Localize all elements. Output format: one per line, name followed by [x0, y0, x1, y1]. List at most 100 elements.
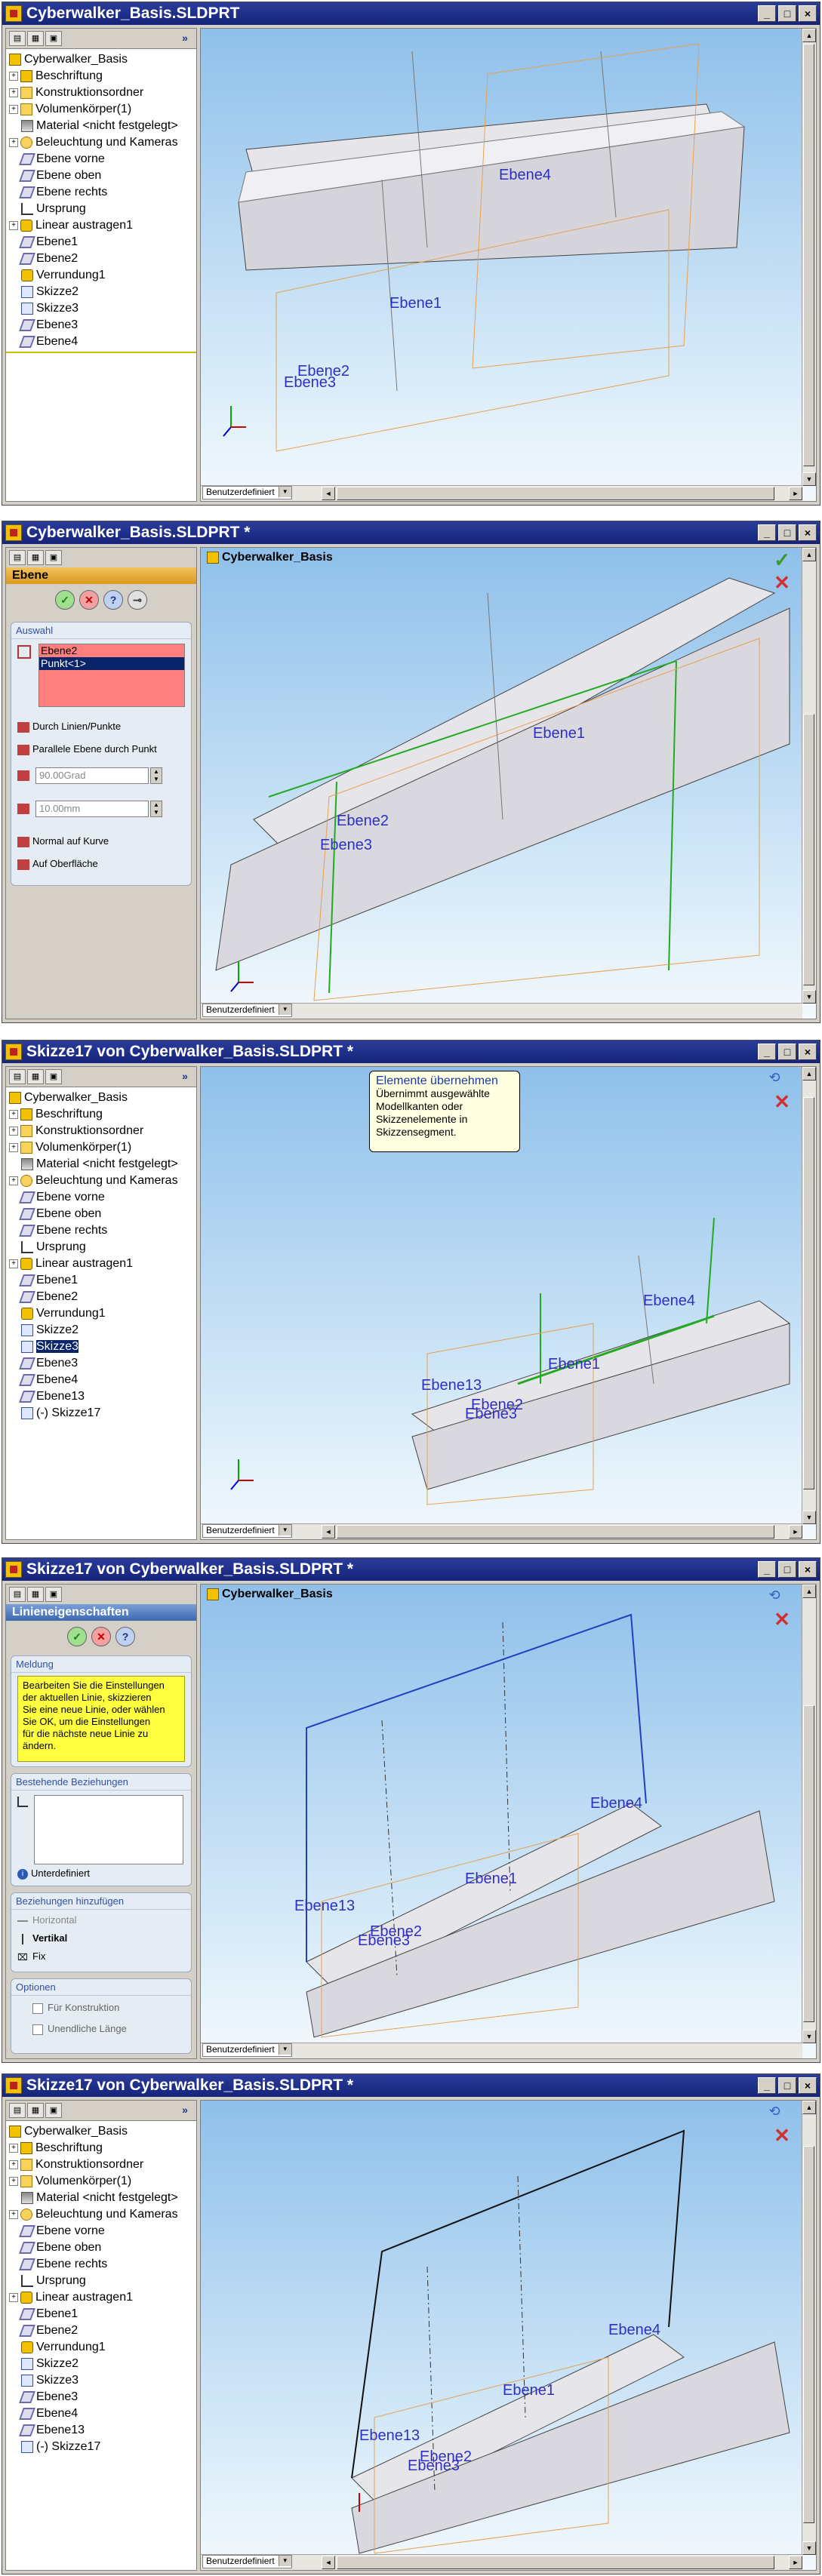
tree-item[interactable]: Ebene3: [19, 1355, 78, 1372]
relation-fix[interactable]: ⌧ Fix: [17, 1950, 45, 1963]
close-button[interactable]: ×: [799, 524, 817, 541]
tree-item[interactable]: Ebene2: [19, 251, 78, 267]
tree-item[interactable]: Verrundung1: [21, 1305, 106, 1322]
scroll-thumb[interactable]: [337, 2556, 774, 2569]
tree-item[interactable]: Skizze2: [21, 284, 79, 300]
config-tab-icon[interactable]: ▣: [45, 1069, 62, 1084]
tree-item[interactable]: + Konstruktionsordner: [9, 85, 143, 101]
dropdown-arrow-icon[interactable]: ▼: [278, 1004, 291, 1015]
vertical-scrollbar[interactable]: ▲ ▼: [802, 29, 816, 486]
ok-icon[interactable]: ✓: [55, 590, 75, 610]
vertical-scrollbar[interactable]: ▲ ▼: [802, 2101, 816, 2555]
maximize-button[interactable]: □: [778, 524, 796, 541]
tree-item[interactable]: Verrundung1: [21, 267, 106, 284]
scroll-left-icon[interactable]: ◄: [322, 1525, 335, 1539]
cancel-icon[interactable]: ✕: [91, 1627, 111, 1646]
expand-icon[interactable]: +: [9, 2292, 18, 2302]
tree-item[interactable]: Ebene3: [19, 2389, 78, 2405]
angle-icon[interactable]: [17, 770, 29, 781]
feature-tree-tab-icon[interactable]: ▤: [9, 1069, 26, 1084]
feature-tree-tab-icon[interactable]: ▤: [9, 1587, 26, 1602]
config-tab-icon[interactable]: ▣: [45, 550, 62, 565]
tree-item[interactable]: Ebene rechts: [19, 2256, 107, 2273]
relations-list[interactable]: [34, 1795, 183, 1864]
scroll-thumb[interactable]: [803, 2146, 814, 2523]
scroll-left-icon[interactable]: ◄: [322, 487, 335, 500]
tree-item[interactable]: Ebene vorne: [19, 2223, 105, 2239]
tree-item[interactable]: Ursprung: [21, 2273, 86, 2289]
tree-item[interactable]: + Beschriftung: [9, 68, 103, 85]
scroll-down-icon[interactable]: ▼: [802, 990, 816, 1004]
minimize-button[interactable]: _: [758, 1044, 776, 1060]
tree-item[interactable]: + Beschriftung: [9, 1106, 103, 1123]
scroll-down-icon[interactable]: ▼: [802, 472, 816, 486]
feature-tree-tab-icon[interactable]: ▤: [9, 31, 26, 46]
for-construction-checkbox[interactable]: Für Konstruktion: [32, 2002, 119, 2014]
scroll-up-icon[interactable]: ▲: [802, 2101, 816, 2114]
tree-item[interactable]: Ebene oben: [19, 168, 101, 184]
tree-item[interactable]: + Linear austragen1: [9, 217, 133, 234]
expand-icon[interactable]: +: [9, 2209, 18, 2219]
rollback-bar[interactable]: [6, 352, 196, 353]
help-icon[interactable]: ?: [115, 1627, 135, 1646]
checkbox-icon[interactable]: [32, 2024, 43, 2035]
view-orientation-select[interactable]: Benutzerdefiniert ▼: [202, 2043, 292, 2057]
tree-item[interactable]: Ursprung: [21, 201, 86, 217]
expand-icon[interactable]: +: [9, 220, 18, 230]
scroll-thumb[interactable]: [337, 1525, 774, 1539]
tree-item[interactable]: Material <nicht festgelegt>: [21, 2190, 178, 2206]
tree-item[interactable]: + Konstruktionsordner: [9, 1123, 143, 1139]
maximize-button[interactable]: □: [778, 1044, 796, 1060]
ok-icon[interactable]: ✓: [67, 1627, 87, 1646]
graphics-area[interactable]: Cyberwalker_Basis ⟲ ✕ Ebene4 Ebene1 Eben…: [200, 1584, 817, 2059]
graphics-area[interactable]: ⟲ ✕ Ebene4 Ebene1 Ebene13 Ebene2 Ebene3 …: [200, 2100, 817, 2571]
close-button[interactable]: ×: [799, 5, 817, 22]
dropdown-arrow-icon[interactable]: ▼: [278, 2044, 291, 2055]
scroll-thumb[interactable]: [803, 44, 814, 466]
property-tab-icon[interactable]: ▦: [27, 1069, 44, 1084]
distance-spin-icon[interactable]: ▲ ▼: [150, 801, 162, 817]
tree-item[interactable]: Ebene1: [19, 234, 78, 251]
minimize-button[interactable]: _: [758, 2077, 776, 2094]
scroll-thumb[interactable]: [803, 1705, 814, 2022]
scroll-down-icon[interactable]: ▼: [802, 2030, 816, 2043]
minimize-button[interactable]: _: [758, 1561, 776, 1578]
horizontal-scrollbar[interactable]: Benutzerdefiniert ▼ ◄ ►: [201, 2554, 802, 2570]
property-tab-icon[interactable]: ▦: [27, 2103, 44, 2118]
minimize-button[interactable]: _: [758, 5, 776, 22]
scroll-right-icon[interactable]: ►: [789, 487, 802, 500]
expand-icon[interactable]: +: [9, 1142, 18, 1152]
horizontal-scrollbar[interactable]: Benutzerdefiniert ▼: [201, 2043, 802, 2058]
collapse-panel-icon[interactable]: »: [177, 2103, 193, 2118]
tree-item[interactable]: (-) Skizze17: [21, 1405, 100, 1422]
maximize-button[interactable]: □: [778, 2077, 796, 2094]
tree-item[interactable]: Ebene1: [19, 1272, 78, 1289]
checkbox-icon[interactable]: [32, 2003, 43, 2014]
option-parallel-plane[interactable]: Parallele Ebene durch Punkt: [17, 743, 157, 755]
tree-item[interactable]: + Volumenkörper(1): [9, 2173, 131, 2190]
vertical-scrollbar[interactable]: ▲ ▼: [802, 548, 816, 1004]
dropdown-arrow-icon[interactable]: ▼: [278, 1525, 291, 1535]
graphics-area[interactable]: Ebene4 Ebene1 Ebene2 Ebene3 ▲ ▼ Benutzer…: [200, 28, 817, 502]
expand-icon[interactable]: +: [9, 2159, 18, 2169]
expand-icon[interactable]: +: [9, 2176, 18, 2186]
tree-item[interactable]: Skizze2: [21, 1322, 79, 1339]
feature-tree-tab-icon[interactable]: ▤: [9, 2103, 26, 2118]
tree-item[interactable]: Ebene2: [19, 1289, 78, 1305]
config-tab-icon[interactable]: ▣: [45, 31, 62, 46]
close-button[interactable]: ×: [799, 1044, 817, 1060]
property-tab-icon[interactable]: ▦: [27, 1587, 44, 1602]
tree-item[interactable]: Cyberwalker_Basis: [9, 2123, 128, 2140]
property-tab-icon[interactable]: ▦: [27, 550, 44, 565]
minimize-button[interactable]: _: [758, 524, 776, 541]
horizontal-scrollbar[interactable]: Benutzerdefiniert ▼: [201, 1003, 802, 1019]
tree-item[interactable]: Ebene13: [19, 1388, 85, 1405]
config-tab-icon[interactable]: ▣: [45, 1587, 62, 1602]
scroll-up-icon[interactable]: ▲: [802, 1067, 816, 1081]
tree-item[interactable]: Verrundung1: [21, 2339, 106, 2356]
tree-item[interactable]: (-) Skizze17: [21, 2439, 100, 2455]
config-tab-icon[interactable]: ▣: [45, 2103, 62, 2118]
view-orientation-select[interactable]: Benutzerdefiniert ▼: [202, 486, 292, 500]
scroll-down-icon[interactable]: ▼: [802, 1511, 816, 1524]
scroll-right-icon[interactable]: ►: [789, 1525, 802, 1539]
